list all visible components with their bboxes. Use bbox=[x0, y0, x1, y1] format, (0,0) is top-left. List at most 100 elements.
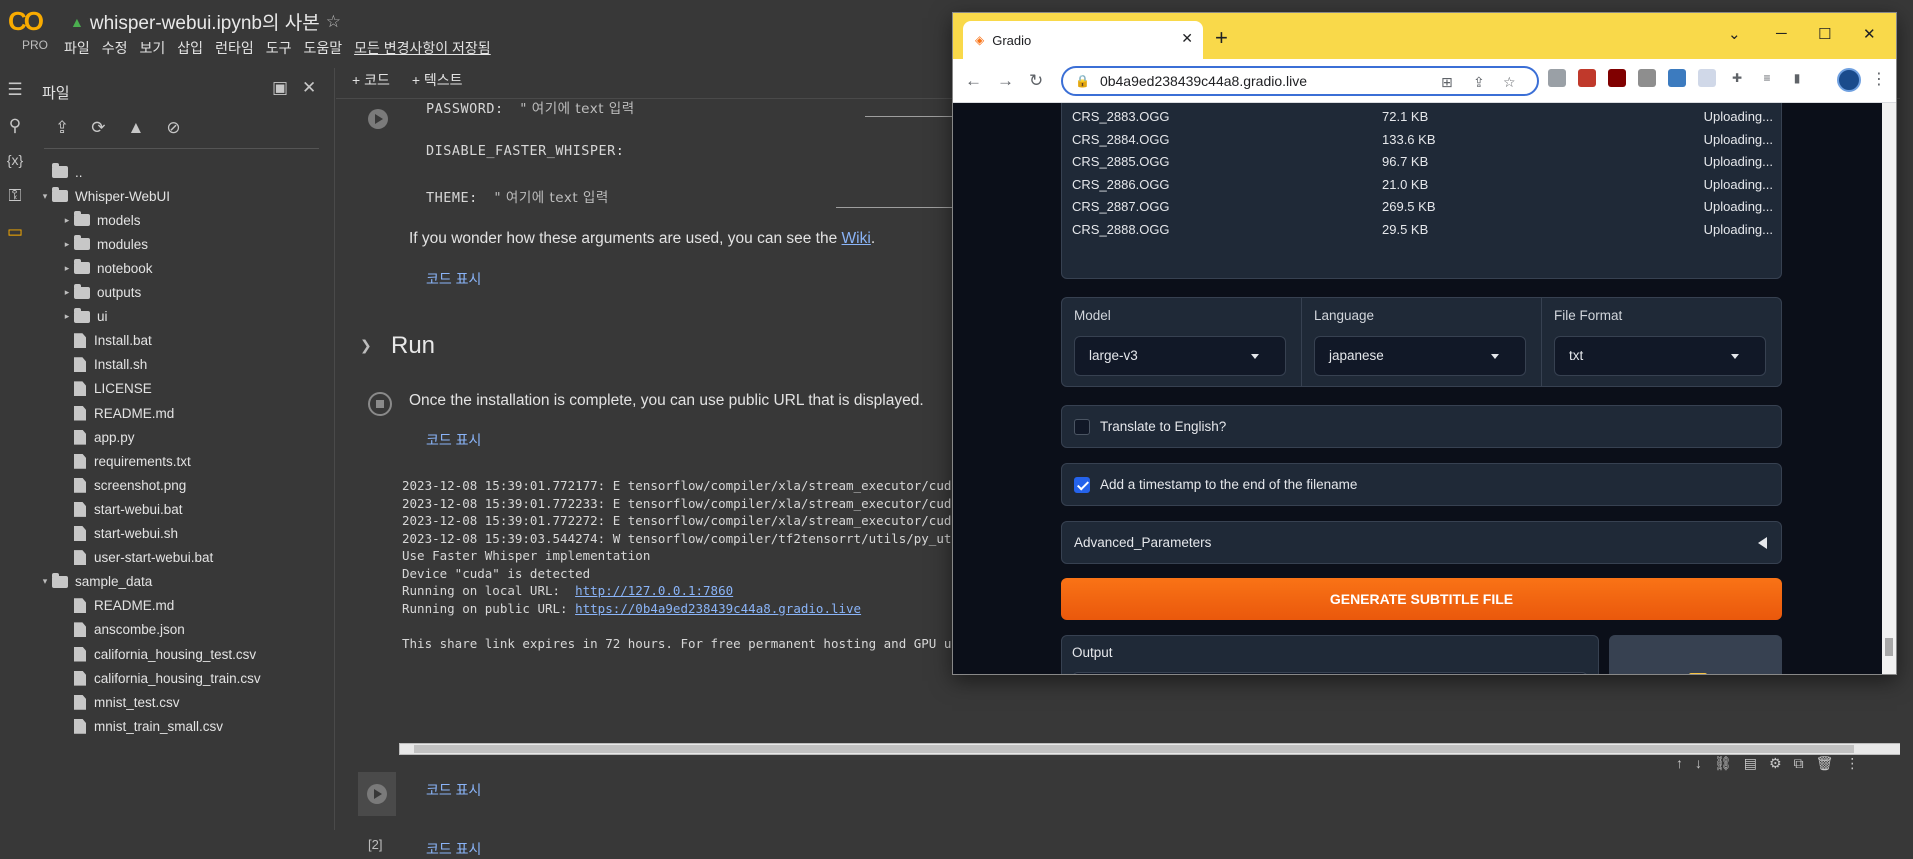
show-code-link-3[interactable]: 코드 표시 bbox=[426, 780, 481, 800]
timestamp-checkbox[interactable] bbox=[1074, 477, 1090, 493]
add-text-button[interactable]: + 텍스트 bbox=[412, 70, 463, 90]
translate-icon[interactable]: ⊞ bbox=[1441, 74, 1453, 91]
bookmark-star-icon[interactable]: ☆ bbox=[1503, 74, 1516, 91]
comment-icon[interactable]: ▤ bbox=[1744, 755, 1757, 772]
menu-file[interactable]: 파일 bbox=[64, 38, 90, 58]
menu-tools[interactable]: 도구 bbox=[266, 38, 292, 58]
translate-label[interactable]: Translate to English? bbox=[1100, 419, 1226, 434]
language-dropdown[interactable]: japanese bbox=[1314, 336, 1526, 376]
file-item[interactable]: anscombe.json bbox=[60, 618, 185, 642]
expand-caret-icon[interactable]: ▸ bbox=[60, 311, 74, 322]
section-collapse-icon[interactable]: ❯ bbox=[360, 337, 372, 354]
delete-icon[interactable]: 🗑 bbox=[1816, 755, 1834, 772]
side-panel-icon[interactable]: ▮ bbox=[1788, 69, 1806, 87]
extension-2-icon[interactable] bbox=[1578, 69, 1596, 87]
menu-runtime[interactable]: 런타임 bbox=[215, 38, 254, 58]
collapse-caret-icon[interactable]: ▾ bbox=[38, 191, 52, 202]
file-item[interactable]: start-webui.sh bbox=[60, 522, 178, 546]
new-tab-plus-icon[interactable]: + bbox=[1215, 25, 1228, 51]
mount-drive-icon[interactable]: ▲ bbox=[128, 118, 145, 138]
forward-icon[interactable]: → bbox=[997, 71, 1014, 91]
more-icon[interactable]: ⋮ bbox=[1845, 755, 1859, 772]
notebook-title-text[interactable]: whisper-webui.ipynb의 사본 bbox=[90, 8, 320, 35]
file-item[interactable]: README.md bbox=[60, 594, 174, 618]
password-input[interactable]: " 여기에 text 입력 bbox=[520, 101, 634, 117]
translate-checkbox[interactable] bbox=[1074, 419, 1090, 435]
file-item[interactable]: user-start-webui.bat bbox=[60, 546, 213, 570]
extensions-puzzle-icon[interactable]: ✚ bbox=[1728, 69, 1746, 87]
model-dropdown[interactable]: large-v3 bbox=[1074, 336, 1286, 376]
add-code-button[interactable]: + 코드 bbox=[352, 70, 390, 90]
scrollbar-thumb[interactable] bbox=[414, 745, 1854, 753]
browser-menu-icon[interactable]: ⋮ bbox=[1871, 69, 1887, 89]
file-item[interactable]: california_housing_train.csv bbox=[60, 666, 261, 690]
extension-1-icon[interactable] bbox=[1548, 69, 1566, 87]
search-icon[interactable]: ⚲ bbox=[4, 116, 26, 138]
refresh-icon[interactable]: ⟳ bbox=[91, 118, 105, 138]
tab-search-icon[interactable]: ⌄ bbox=[1728, 25, 1741, 43]
profile-avatar[interactable] bbox=[1837, 68, 1861, 92]
generate-subtitle-button[interactable]: GENERATE SUBTITLE FILE bbox=[1061, 578, 1782, 620]
hide-files-icon[interactable]: ⊘ bbox=[166, 118, 180, 138]
output-textbox[interactable] bbox=[1072, 672, 1588, 674]
move-down-icon[interactable]: ↓ bbox=[1695, 755, 1702, 772]
run-cell-icon[interactable] bbox=[367, 784, 387, 804]
file-item[interactable]: mnist_train_small.csv bbox=[60, 714, 223, 738]
folder-item[interactable]: ▸ modules bbox=[60, 232, 148, 256]
expand-caret-icon[interactable]: ▸ bbox=[60, 239, 74, 250]
format-dropdown[interactable]: txt bbox=[1554, 336, 1766, 376]
folder-item[interactable]: ▾ sample_data bbox=[38, 570, 152, 594]
folder-item[interactable]: ▾ Whisper-WebUI bbox=[38, 184, 170, 208]
file-item[interactable]: Install.sh bbox=[60, 353, 147, 377]
timestamp-label[interactable]: Add a timestamp to the end of the filena… bbox=[1100, 477, 1357, 492]
link-icon[interactable]: ⛓ bbox=[1714, 755, 1732, 772]
variables-icon[interactable]: {x} bbox=[4, 152, 26, 174]
public-url-link[interactable]: https://0b4a9ed238439c44a8.gradio.live bbox=[575, 601, 861, 616]
address-url[interactable]: 0b4a9ed238439c44a8.gradio.live bbox=[1100, 73, 1307, 89]
extension-5-icon[interactable] bbox=[1668, 69, 1686, 87]
file-item[interactable]: start-webui.bat bbox=[60, 497, 183, 521]
extension-6-icon[interactable] bbox=[1698, 69, 1716, 87]
window-close-icon[interactable]: ✕ bbox=[1863, 25, 1876, 43]
show-code-link-4[interactable]: 코드 표시 bbox=[426, 839, 481, 859]
settings-icon[interactable]: ⚙ bbox=[1769, 755, 1782, 772]
expand-caret-icon[interactable]: ▸ bbox=[60, 263, 74, 274]
reload-icon[interactable]: ↻ bbox=[1029, 71, 1043, 91]
folder-item[interactable]: ▸ outputs bbox=[60, 281, 141, 305]
colab-logo[interactable]: CO PRO bbox=[8, 6, 52, 52]
minimize-icon[interactable]: ─ bbox=[1776, 25, 1787, 42]
menu-help[interactable]: 도움말 bbox=[303, 38, 342, 58]
menu-insert[interactable]: 삽입 bbox=[177, 38, 203, 58]
ublock-icon[interactable] bbox=[1608, 69, 1626, 87]
stop-cell-icon[interactable] bbox=[368, 392, 392, 416]
move-up-icon[interactable]: ↑ bbox=[1676, 755, 1683, 772]
upload-file-icon[interactable]: ⇪ bbox=[55, 118, 69, 138]
mirror-icon[interactable]: ⧉ bbox=[1794, 755, 1804, 772]
back-icon[interactable]: ← bbox=[965, 71, 982, 91]
tab-close-icon[interactable]: ✕ bbox=[1181, 30, 1193, 47]
folder-icon[interactable]: ▭ bbox=[4, 222, 26, 244]
share-icon[interactable]: ⇪ bbox=[1473, 74, 1485, 91]
folder-item[interactable]: ▸ models bbox=[60, 208, 141, 232]
scrollbar-thumb[interactable] bbox=[1885, 638, 1893, 656]
save-status[interactable]: 모든 변경사항이 저장됨 bbox=[354, 38, 491, 58]
wiki-link[interactable]: Wiki bbox=[842, 230, 871, 247]
file-item[interactable]: LICENSE bbox=[60, 377, 152, 401]
expand-caret-icon[interactable]: ▸ bbox=[60, 215, 74, 226]
star-icon[interactable]: ☆ bbox=[326, 12, 341, 32]
local-url-link[interactable]: http://127.0.0.1:7860 bbox=[575, 583, 733, 598]
browser-tab[interactable]: ◈ Gradio ✕ bbox=[963, 21, 1203, 59]
maximize-icon[interactable]: ☐ bbox=[1818, 25, 1831, 43]
run-cell-icon[interactable] bbox=[368, 109, 388, 129]
folder-item[interactable]: .. bbox=[38, 160, 83, 184]
menu-view[interactable]: 보기 bbox=[140, 38, 166, 58]
file-item[interactable]: app.py bbox=[60, 425, 135, 449]
page-vertical-scrollbar[interactable] bbox=[1900, 62, 1913, 830]
output-horizontal-scrollbar[interactable] bbox=[399, 743, 1902, 755]
download-panel[interactable] bbox=[1609, 635, 1782, 674]
theme-input[interactable]: " 여기에 text 입력 bbox=[494, 190, 608, 206]
collapse-caret-icon[interactable]: ▾ bbox=[38, 576, 52, 587]
file-item[interactable]: requirements.txt bbox=[60, 449, 191, 473]
file-item[interactable]: mnist_test.csv bbox=[60, 690, 180, 714]
lock-icon[interactable]: 🔒 bbox=[1075, 74, 1090, 88]
